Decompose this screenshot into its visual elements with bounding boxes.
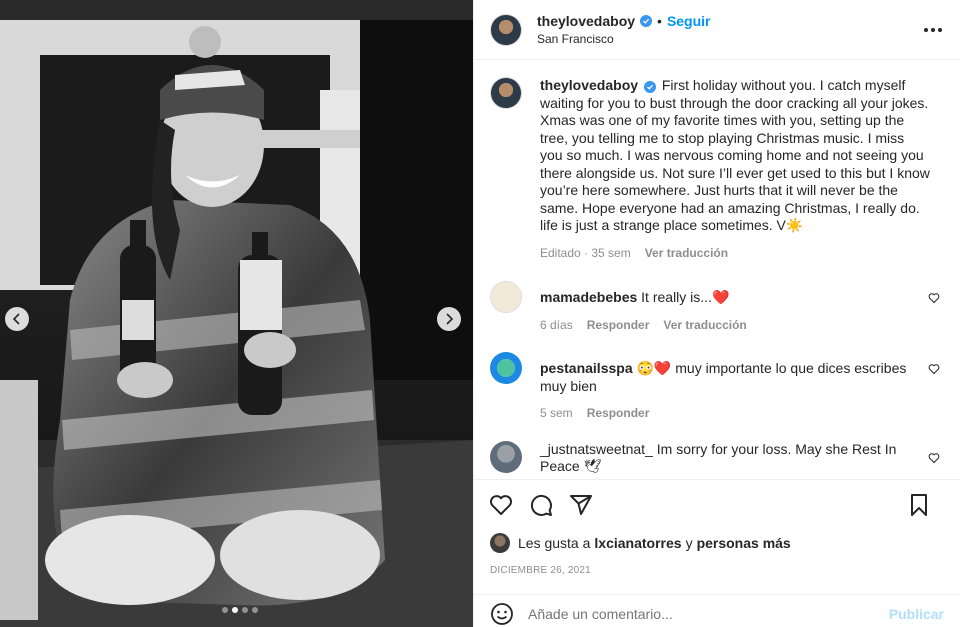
verified-icon <box>640 15 653 27</box>
next-photo-button[interactable] <box>437 307 461 331</box>
heart-icon <box>489 494 513 515</box>
post-panel: theylovedaboy • Seguir San Francisco the… <box>473 0 960 627</box>
comment-time: 6 días <box>540 317 573 332</box>
comment-item: _justnatsweetnat_ Im sorry for your loss… <box>490 440 944 476</box>
comment-username[interactable]: _justnatsweetnat_ <box>540 441 653 457</box>
add-comment-bar: Publicar <box>474 594 960 627</box>
translate-link[interactable]: Ver traducción <box>645 245 728 263</box>
bookmark-icon <box>911 494 927 516</box>
comment-item: pestanailsspa 😳❤️ muy importante lo que … <box>490 352 944 423</box>
likes-conj: y <box>685 535 693 551</box>
reply-button[interactable]: Responder <box>587 317 650 335</box>
comments-section: theylovedaboy First holiday without you.… <box>474 61 960 479</box>
likes-others[interactable]: personas más <box>697 535 791 551</box>
avatar[interactable] <box>490 440 522 473</box>
comment-icon <box>530 494 552 516</box>
chevron-right-icon <box>446 313 454 325</box>
save-button[interactable] <box>906 492 932 518</box>
post-date[interactable]: DICIEMBRE 26, 2021 <box>490 565 591 576</box>
comment-time: 5 sem <box>540 406 573 420</box>
avatar[interactable] <box>490 281 522 313</box>
post-photo[interactable] <box>0 0 473 627</box>
heart-icon[interactable] <box>928 292 940 304</box>
reply-button[interactable]: Responder <box>587 405 650 423</box>
caption-text-2: life is just a strange place sometimes. … <box>540 217 804 233</box>
share-icon <box>570 494 592 515</box>
likes-prefix: Les gusta a <box>518 535 591 551</box>
caption: theylovedaboy First holiday without you.… <box>490 77 944 262</box>
comment-username[interactable]: pestanailsspa <box>540 360 633 376</box>
like-button[interactable] <box>488 492 514 518</box>
caption-text: First holiday without you. I catch mysel… <box>540 77 930 216</box>
heart-icon[interactable] <box>928 452 940 464</box>
translate-link[interactable]: Ver traducción <box>663 317 746 335</box>
action-bar <box>474 479 960 529</box>
emoji-icon[interactable] <box>490 602 514 626</box>
carousel-dot-active <box>232 607 238 613</box>
carousel-dots <box>222 607 258 613</box>
comment-item: mamadebebes It really is...❤️ 6 días Res… <box>490 281 944 334</box>
carousel-dot <box>222 607 228 613</box>
avatar[interactable] <box>490 533 510 553</box>
separator: • <box>657 13 662 29</box>
previous-photo-button[interactable] <box>5 307 29 331</box>
avatar[interactable] <box>490 352 522 384</box>
caption-username[interactable]: theylovedaboy <box>540 77 638 93</box>
post-image <box>0 0 473 627</box>
post-location[interactable]: San Francisco <box>537 32 711 46</box>
avatar[interactable] <box>490 77 522 109</box>
post-username[interactable]: theylovedaboy <box>537 13 635 29</box>
likes-summary: Les gusta a lxcianatorres y personas más <box>490 533 795 553</box>
post-header: theylovedaboy • Seguir San Francisco <box>474 0 960 60</box>
chevron-left-icon <box>12 313 20 325</box>
caption-edited: Editado · 35 sem <box>540 245 631 260</box>
verified-icon <box>643 81 656 93</box>
likes-user[interactable]: lxcianatorres <box>594 535 681 551</box>
avatar[interactable] <box>490 13 522 46</box>
follow-button[interactable]: Seguir <box>667 13 711 29</box>
comment-button[interactable] <box>528 492 554 518</box>
comment-text: It really is...❤️ <box>641 289 730 305</box>
heart-icon[interactable] <box>928 363 940 375</box>
comment-input[interactable] <box>528 606 868 622</box>
instagram-post: theylovedaboy • Seguir San Francisco the… <box>0 0 960 627</box>
share-button[interactable] <box>568 492 594 518</box>
comment-username[interactable]: mamadebebes <box>540 289 637 305</box>
carousel-dot <box>252 607 258 613</box>
publish-button[interactable]: Publicar <box>889 606 944 622</box>
carousel-dot <box>242 607 248 613</box>
more-options-icon[interactable] <box>924 18 942 42</box>
